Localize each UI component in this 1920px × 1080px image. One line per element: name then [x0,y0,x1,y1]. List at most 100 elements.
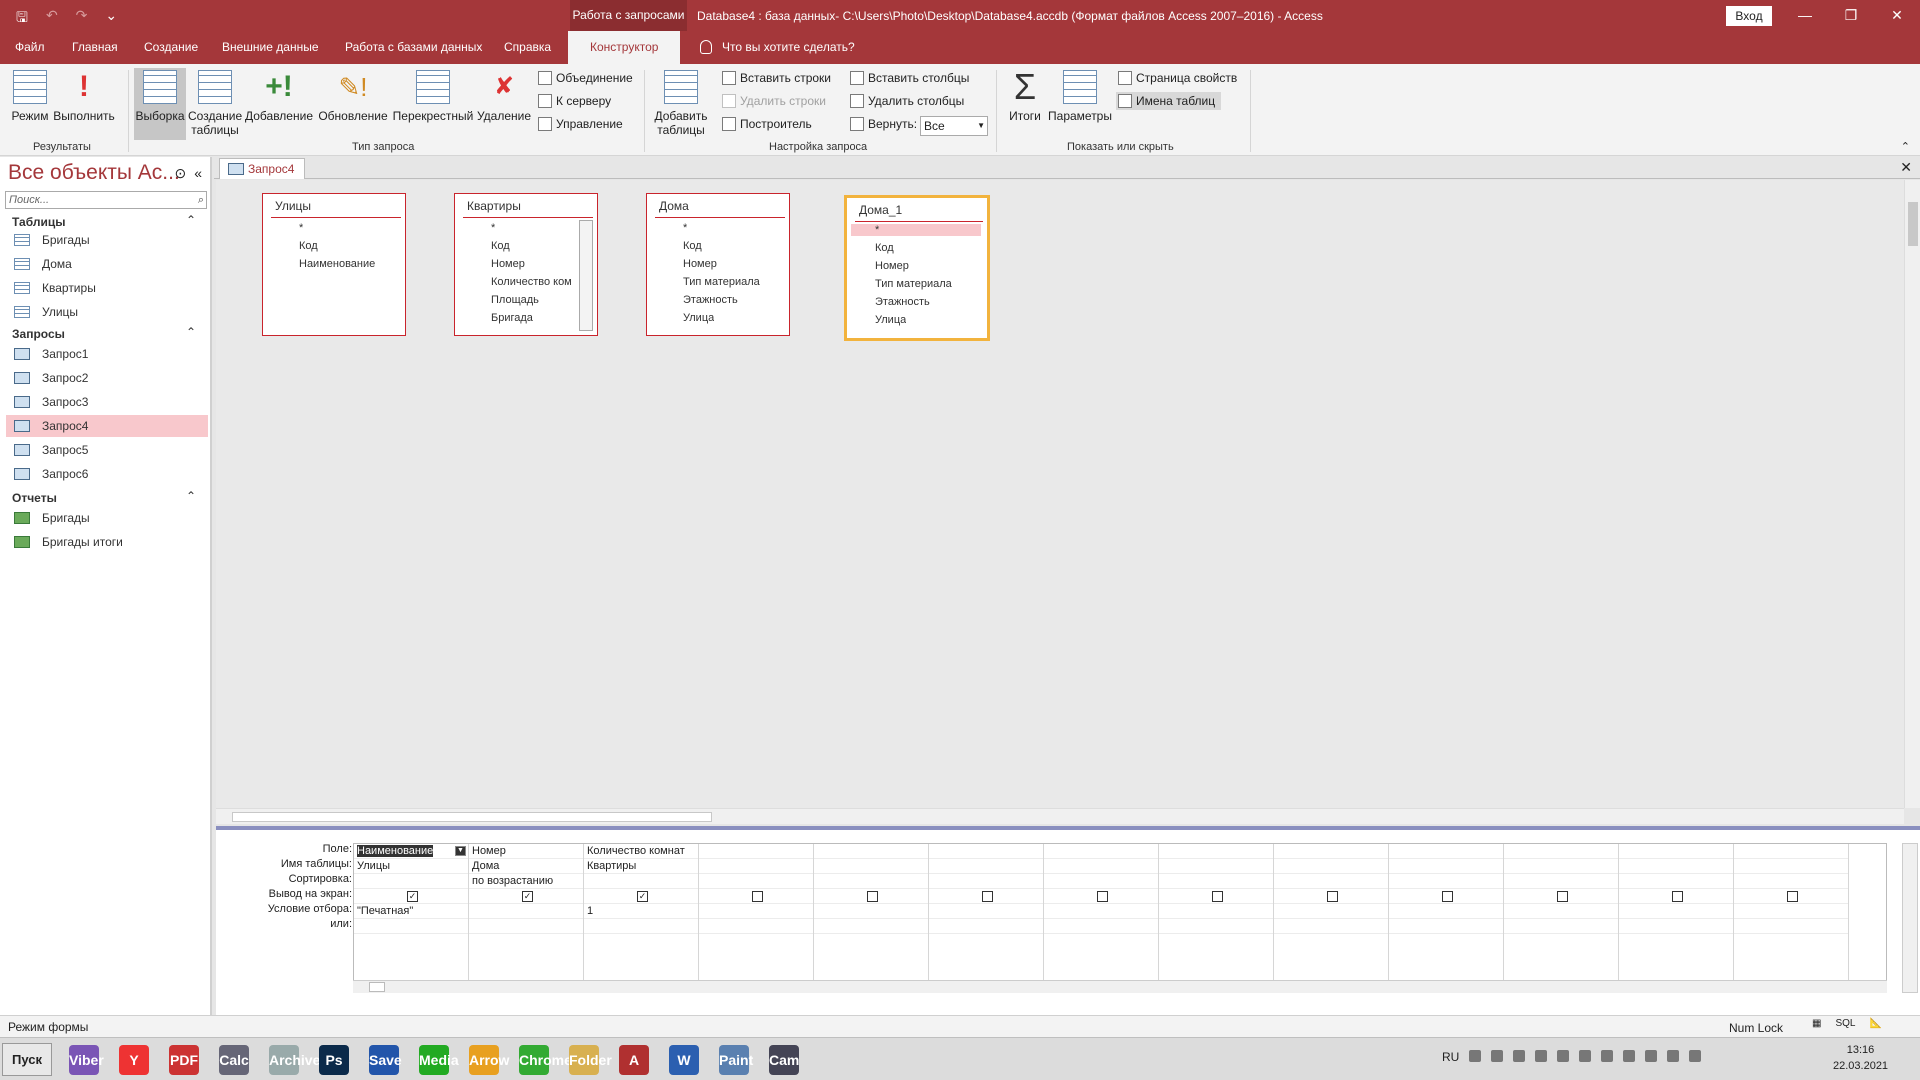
nav-search-input[interactable]: Поиск... ⌕ [5,191,207,209]
run-button[interactable]: ! Выполнить [52,68,116,123]
tell-me-search[interactable]: Что вы хотите сделать? [700,31,855,64]
qbe-column[interactable]: Количество комнат Квартиры ✓ 1 [584,844,699,992]
empty-cell[interactable] [1274,904,1388,919]
nav-item-table[interactable]: Дома [6,253,208,275]
field-item[interactable]: Улица [875,314,906,326]
show-cell[interactable] [1159,889,1273,904]
taskbar-app[interactable]: Save [362,1041,406,1078]
show-cell[interactable] [1389,889,1503,904]
qbe-column-empty[interactable] [1044,844,1159,992]
empty-cell[interactable] [1619,919,1733,934]
make-table-button[interactable]: Создание таблицы [188,68,242,137]
empty-cell[interactable] [1044,904,1158,919]
nav-item-query-selected[interactable]: Запрос4 [6,415,208,437]
show-cell[interactable] [1274,889,1388,904]
field-item[interactable]: Наименование [299,258,375,270]
or-cell[interactable] [469,919,583,934]
table-cell[interactable]: Дома [469,859,583,874]
empty-cell[interactable] [699,844,813,859]
builder-button[interactable]: Построитель [722,117,812,131]
search-icon[interactable]: ⌕ [198,192,204,208]
empty-cell[interactable] [1274,874,1388,889]
criteria-cell[interactable]: 1 [584,904,698,919]
field-item[interactable]: * [683,222,687,234]
empty-cell[interactable] [1159,904,1273,919]
sql-view-button[interactable]: SQL [1835,1018,1855,1029]
show-checkbox[interactable] [1787,891,1798,902]
collapse-section-icon[interactable]: ⌃ [186,213,196,227]
empty-cell[interactable] [1274,844,1388,859]
show-checkbox[interactable]: ✓ [407,891,418,902]
nav-item-report[interactable]: Бригады итоги [6,531,208,553]
start-button[interactable]: Пуск [2,1043,52,1076]
language-indicator[interactable]: RU [1442,1050,1459,1064]
empty-cell[interactable] [1504,844,1618,859]
tray-icon[interactable] [1469,1050,1482,1062]
field-item[interactable]: Номер [491,258,525,270]
nav-section-tables[interactable]: Таблицы ⌃ [12,213,202,229]
nav-pane-title[interactable]: Все объекты Ac... [8,161,180,185]
field-item[interactable]: * [491,222,495,234]
passthrough-button[interactable]: К серверу [538,94,611,108]
nav-item-query[interactable]: Запрос3 [6,391,208,413]
tab-external-data[interactable]: Внешние данные [222,31,319,64]
collapse-section-icon[interactable]: ⌃ [186,489,196,503]
show-cell[interactable] [929,889,1043,904]
qbe-column[interactable]: Наименование ▼ Улицы ✓ "Печатная" [354,844,469,992]
delete-query-button[interactable]: ✘ Удаление [476,68,532,123]
empty-cell[interactable] [1159,919,1273,934]
show-checkbox[interactable] [1212,891,1223,902]
table-names-button[interactable]: Имена таблиц [1116,92,1222,110]
undo-icon[interactable]: ↶ [46,7,58,31]
nav-item-table[interactable]: Квартиры [6,277,208,299]
taskbar-app[interactable]: Media [412,1041,459,1078]
empty-cell[interactable] [699,904,813,919]
tray-icon[interactable] [1645,1050,1658,1062]
nav-item-table[interactable]: Бригады [6,229,208,251]
field-item[interactable]: * [299,222,303,234]
tray-icon[interactable] [1579,1050,1592,1062]
show-checkbox[interactable] [1327,891,1338,902]
taskbar-app[interactable]: Arrow [462,1041,509,1078]
tab-design[interactable]: Конструктор [568,31,681,64]
collapse-section-icon[interactable]: ⌃ [186,325,196,339]
empty-cell[interactable] [1389,874,1503,889]
field-item[interactable]: Тип материала [875,278,952,290]
empty-cell[interactable] [1389,904,1503,919]
qbe-column-empty[interactable] [1734,844,1849,992]
tab-home[interactable]: Главная [72,31,118,64]
empty-cell[interactable] [1159,859,1273,874]
return-select[interactable]: Все ▼ [920,116,988,136]
taskbar-app[interactable]: Chrome [512,1041,572,1078]
taskbar-app[interactable]: Archive [262,1041,320,1078]
show-checkbox[interactable] [1557,891,1568,902]
tab-create[interactable]: Создание [144,31,198,64]
datasheet-view-icon[interactable]: ▦ [1812,1018,1821,1029]
taskbar-app[interactable]: Cam [762,1041,806,1078]
show-cell[interactable]: ✓ [469,889,583,904]
view-button[interactable]: Режим [8,68,52,123]
show-checkbox[interactable] [1442,891,1453,902]
show-checkbox[interactable] [1672,891,1683,902]
field-list-apartments[interactable]: Квартиры * Код Номер Количество ком Площ… [454,193,598,336]
design-horizontal-scrollbar[interactable] [216,808,1904,824]
empty-cell[interactable] [814,844,928,859]
sort-cell[interactable] [354,874,468,889]
nav-section-queries[interactable]: Запросы ⌃ [12,325,202,341]
empty-cell[interactable] [1159,874,1273,889]
show-cell[interactable]: ✓ [584,889,698,904]
empty-cell[interactable] [1044,844,1158,859]
empty-cell[interactable] [699,919,813,934]
crosstab-button[interactable]: Перекрестный [392,68,474,123]
update-button[interactable]: ✎! Обновление [316,68,390,123]
minimize-button[interactable]: — [1782,0,1828,31]
field-item[interactable]: Код [875,242,894,254]
empty-cell[interactable] [1619,904,1733,919]
parameters-button[interactable]: Параметры [1048,68,1112,123]
empty-cell[interactable] [1389,919,1503,934]
empty-cell[interactable] [1619,844,1733,859]
show-checkbox[interactable] [1097,891,1108,902]
field-item[interactable]: Бригада [491,312,533,324]
delete-columns-button[interactable]: Удалить столбцы [850,94,964,108]
close-button[interactable]: ✕ [1874,0,1920,31]
